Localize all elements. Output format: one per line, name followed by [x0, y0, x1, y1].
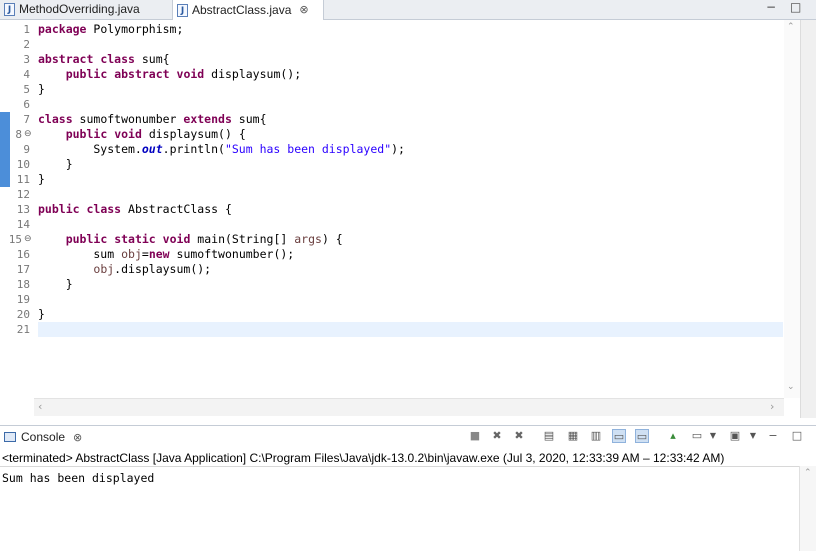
editor-vertical-scrollbar[interactable]: ⌃ ⌄ — [784, 20, 800, 398]
code-line: public void displaysum() { — [65, 127, 246, 141]
line-number: 19 — [16, 293, 30, 306]
line-number: 9 — [23, 143, 30, 156]
clear-console-icon[interactable]: ▤ — [542, 429, 556, 443]
minimize-editor-icon[interactable]: − — [766, 0, 776, 14]
fold-collapse-icon[interactable]: ⊖ — [24, 234, 32, 244]
line-number: 3 — [23, 53, 30, 66]
line-number: 21 — [16, 323, 30, 336]
maximize-view-icon[interactable]: □ — [790, 429, 804, 443]
line-number: 20 — [16, 308, 30, 321]
console-status-line: <terminated> AbstractClass [Java Applica… — [2, 451, 725, 465]
chevron-down-icon[interactable]: ▼ — [746, 429, 760, 443]
editor-tab-bar: J MethodOverriding.java J AbstractClass.… — [0, 0, 816, 20]
scroll-left-icon[interactable]: ‹ — [38, 400, 42, 413]
terminate-icon[interactable]: ■ — [468, 429, 482, 443]
line-number: 18 — [16, 278, 30, 291]
console-output-area[interactable]: Sum has been displayed — [0, 466, 800, 552]
close-console-icon[interactable]: ⊗ — [73, 431, 82, 444]
console-vertical-scrollbar[interactable]: ⌃ — [799, 466, 816, 551]
line-number: 2 — [23, 38, 30, 51]
scroll-lock-icon[interactable]: ▦ — [566, 429, 580, 443]
code-line: class sumoftwonumber extends sum{ — [38, 112, 267, 126]
code-line: System.out.println("Sum has been display… — [38, 142, 405, 156]
line-number: 15 — [8, 233, 22, 246]
line-number: 13 — [16, 203, 30, 216]
java-file-icon: J — [177, 3, 188, 17]
console-output-text: Sum has been displayed — [2, 471, 155, 485]
line-number: 14 — [16, 218, 30, 231]
maximize-editor-icon[interactable]: □ — [790, 0, 801, 14]
line-number: 10 — [16, 158, 30, 171]
code-line: } — [38, 172, 45, 186]
line-number: 8 — [15, 128, 22, 141]
code-line: obj.displaysum(); — [93, 262, 212, 276]
code-line: } — [38, 82, 45, 96]
line-number-gutter: 1 2 3 4 5 6 7 8 ⊖ 9 10 11 12 13 14 15 ⊖ … — [0, 20, 34, 398]
show-on-stdout-icon[interactable]: ▭ — [612, 429, 626, 443]
line-number: 1 — [23, 23, 30, 36]
code-line: } — [38, 157, 73, 171]
code-line: abstract class sum{ — [38, 52, 170, 66]
console-title-label: Console — [21, 430, 66, 444]
line-number: 17 — [16, 263, 30, 276]
line-number: 11 — [16, 173, 30, 186]
code-line: sum obj=new sumoftwonumber(); — [38, 247, 295, 261]
close-tab-icon[interactable]: ⊗ — [299, 1, 308, 19]
scroll-up-icon[interactable]: ⌃ — [804, 468, 812, 478]
pin-console-icon[interactable]: ▴ — [666, 429, 680, 443]
fold-collapse-icon[interactable]: ⊖ — [24, 129, 32, 139]
overview-ruler — [800, 20, 816, 418]
line-number: 5 — [23, 83, 30, 96]
code-line: public static void main(String[] args) { — [65, 232, 343, 246]
code-line: public class AbstractClass { — [38, 202, 232, 216]
remove-launch-icon[interactable]: ✖ — [490, 429, 504, 443]
code-line: package Polymorphism; — [38, 22, 184, 36]
code-line: } — [38, 307, 45, 321]
code-line: public abstract void displaysum(); — [65, 67, 302, 81]
tab-label: MethodOverriding.java — [19, 2, 140, 16]
scroll-right-icon[interactable]: › — [770, 400, 774, 413]
scroll-up-icon[interactable]: ⌃ — [787, 22, 795, 32]
tab-abstract-class[interactable]: J AbstractClass.java ⊗ — [172, 0, 324, 20]
scroll-down-icon[interactable]: ⌄ — [787, 382, 795, 392]
chevron-down-icon[interactable]: ▼ — [706, 429, 720, 443]
tab-console[interactable]: Console ⊗ — [4, 430, 82, 444]
console-view-toolbar: Console ⊗ ■ ✖ ✖ ▤ ▦ ▥ ▭ ▭ ▴ ▭ ▼ ▣ ▼ − □ — [0, 425, 816, 450]
code-editor[interactable]: 1 2 3 4 5 6 7 8 ⊖ 9 10 11 12 13 14 15 ⊖ … — [0, 20, 800, 398]
display-selected-console-icon[interactable]: ▭ — [690, 429, 704, 443]
java-file-icon: J — [4, 2, 15, 16]
code-line: } — [38, 277, 73, 291]
tab-method-overriding[interactable]: J MethodOverriding.java — [4, 0, 140, 18]
remove-all-launches-icon[interactable]: ✖ — [512, 429, 526, 443]
show-on-stderr-icon[interactable]: ▭ — [635, 429, 649, 443]
editor-horizontal-scrollbar[interactable]: ‹ › — [34, 398, 784, 416]
line-number: 12 — [16, 188, 30, 201]
open-console-icon[interactable]: ▣ — [728, 429, 742, 443]
tab-label: AbstractClass.java — [192, 3, 292, 17]
word-wrap-icon[interactable]: ▥ — [589, 429, 603, 443]
line-number: 7 — [23, 113, 30, 126]
line-number: 6 — [23, 98, 30, 111]
current-line-highlight — [38, 322, 783, 337]
line-number: 4 — [23, 68, 30, 81]
console-icon — [4, 432, 16, 442]
minimize-view-icon[interactable]: − — [766, 429, 780, 443]
line-number: 16 — [16, 248, 30, 261]
